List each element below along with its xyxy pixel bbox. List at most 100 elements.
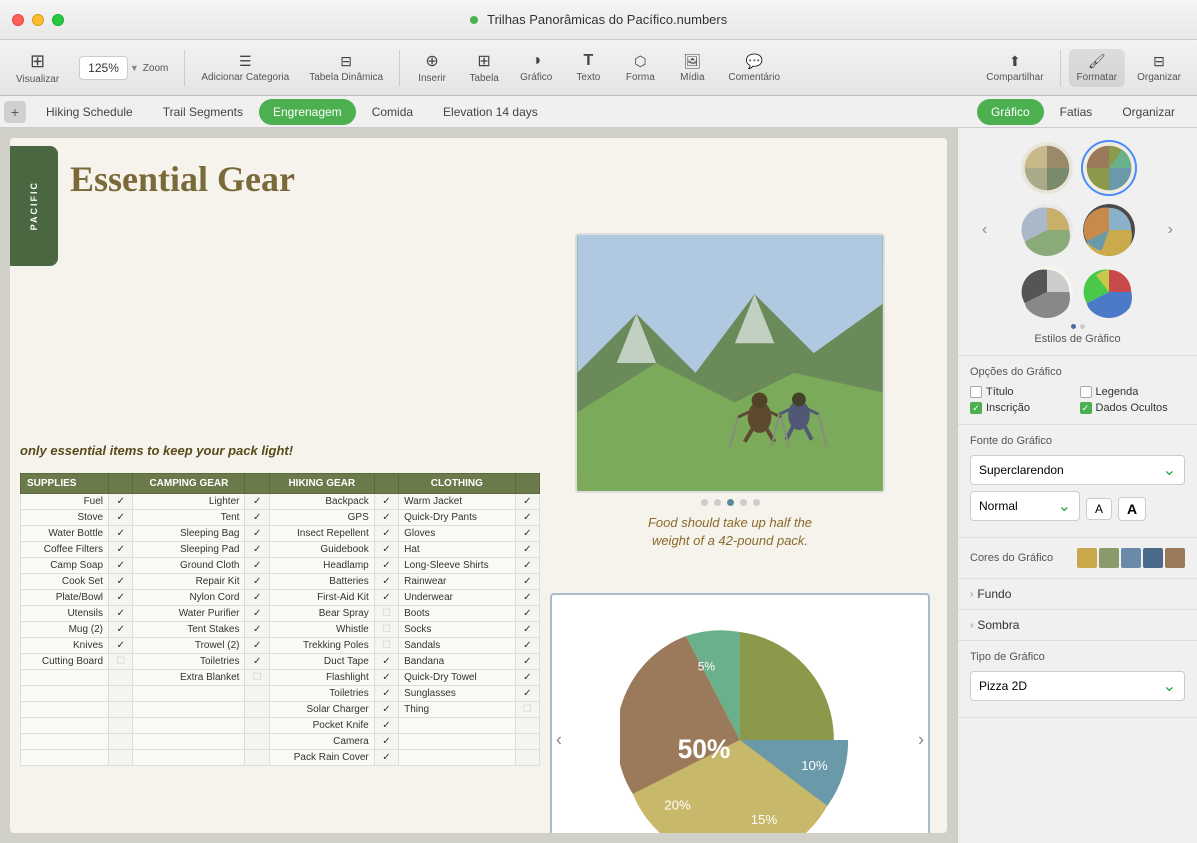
legenda-checkbox[interactable]	[1080, 386, 1092, 398]
table-cell-supply-check-7[interactable]: ✓	[109, 606, 133, 622]
table-cell-camping-check-3[interactable]: ✓	[245, 542, 269, 558]
table-cell-supply-check-5[interactable]: ✓	[109, 574, 133, 590]
table-cell-clothing-check-10[interactable]: ✓	[515, 654, 539, 670]
table-cell-clothing-check-12[interactable]: ✓	[515, 686, 539, 702]
table-cell-supply-check-3[interactable]: ✓	[109, 542, 133, 558]
sombra-collapsible[interactable]: › Sombra	[958, 610, 1197, 641]
table-cell-camping-check-14[interactable]	[245, 718, 269, 734]
table-cell-camping-check-10[interactable]: ✓	[245, 654, 269, 670]
color-swatch-3[interactable]	[1121, 548, 1141, 568]
toolbar-visualizar[interactable]: ⊞ Visualizar	[8, 47, 67, 89]
table-cell-clothing-check-0[interactable]: ✓	[515, 494, 539, 510]
table-cell-camping-check-11[interactable]: ☐	[245, 670, 269, 686]
table-cell-camping-check-6[interactable]: ✓	[245, 590, 269, 606]
toolbar-inserir[interactable]: ⊕ Inserir	[408, 47, 456, 88]
table-cell-supply-check-13[interactable]	[109, 702, 133, 718]
pie-chart-area[interactable]: ‹ 50% 20%	[550, 593, 930, 833]
chart-type-select[interactable]: Pizza 2D ⌄	[970, 671, 1185, 701]
table-cell-hiking-check-6[interactable]: ✓	[374, 590, 398, 606]
table-cell-camping-check-12[interactable]	[245, 686, 269, 702]
add-tab-button[interactable]: +	[4, 101, 26, 123]
color-swatch-2[interactable]	[1099, 548, 1119, 568]
table-cell-supply-check-14[interactable]	[109, 718, 133, 734]
toolbar-midia[interactable]: 🖼 Mídia	[668, 49, 716, 87]
panel-tab-grafico[interactable]: Gráfico	[977, 99, 1044, 125]
table-cell-hiking-check-9[interactable]: ☐	[374, 638, 398, 654]
toolbar-grafico[interactable]: ◑ Gráfico	[512, 48, 560, 87]
inscricao-checkbox[interactable]: ✓	[970, 402, 982, 414]
table-cell-hiking-check-4[interactable]: ✓	[374, 558, 398, 574]
table-cell-hiking-check-14[interactable]: ✓	[374, 718, 398, 734]
table-cell-hiking-check-1[interactable]: ✓	[374, 510, 398, 526]
table-cell-supply-check-12[interactable]	[109, 686, 133, 702]
table-cell-clothing-check-3[interactable]: ✓	[515, 542, 539, 558]
table-cell-clothing-check-13[interactable]: ☐	[515, 702, 539, 718]
table-cell-hiking-check-2[interactable]: ✓	[374, 526, 398, 542]
chart-nav-right[interactable]: ›	[918, 730, 924, 751]
table-cell-clothing-check-5[interactable]: ✓	[515, 574, 539, 590]
table-cell-camping-check-1[interactable]: ✓	[245, 510, 269, 526]
table-cell-hiking-check-5[interactable]: ✓	[374, 574, 398, 590]
table-cell-clothing-check-15[interactable]	[515, 734, 539, 750]
toolbar-comentario[interactable]: 💬 Comentário	[720, 49, 788, 87]
minimize-button[interactable]	[32, 14, 44, 26]
fundo-collapsible[interactable]: › Fundo	[958, 579, 1197, 610]
table-cell-supply-check-16[interactable]	[109, 750, 133, 766]
titulo-checkbox[interactable]	[970, 386, 982, 398]
table-cell-hiking-check-12[interactable]: ✓	[374, 686, 398, 702]
font-style-select[interactable]: Normal ⌄	[970, 491, 1080, 521]
table-cell-clothing-check-6[interactable]: ✓	[515, 590, 539, 606]
table-cell-clothing-check-4[interactable]: ✓	[515, 558, 539, 574]
chart-style-nav-left[interactable]: ‹	[978, 217, 991, 243]
table-cell-supply-check-8[interactable]: ✓	[109, 622, 133, 638]
table-cell-supply-check-6[interactable]: ✓	[109, 590, 133, 606]
table-cell-supply-check-9[interactable]: ✓	[109, 638, 133, 654]
zoom-display[interactable]: 125%	[79, 56, 128, 80]
table-cell-clothing-check-1[interactable]: ✓	[515, 510, 539, 526]
table-cell-supply-check-2[interactable]: ✓	[109, 526, 133, 542]
table-cell-clothing-check-14[interactable]	[515, 718, 539, 734]
table-cell-hiking-check-7[interactable]: ☐	[374, 606, 398, 622]
color-swatch-5[interactable]	[1165, 548, 1185, 568]
table-cell-hiking-check-15[interactable]: ✓	[374, 734, 398, 750]
table-cell-hiking-check-10[interactable]: ✓	[374, 654, 398, 670]
toolbar-texto[interactable]: T Texto	[564, 48, 612, 87]
color-swatch-4[interactable]	[1143, 548, 1163, 568]
chart-style-1[interactable]	[1019, 140, 1075, 196]
table-cell-camping-check-15[interactable]	[245, 734, 269, 750]
tab-comida[interactable]: Comida	[358, 99, 427, 125]
toolbar-tabela-dinamica[interactable]: ⊟ Tabela Dinâmica	[301, 49, 391, 87]
table-cell-clothing-check-2[interactable]: ✓	[515, 526, 539, 542]
table-cell-supply-check-0[interactable]: ✓	[109, 494, 133, 510]
color-swatch-1[interactable]	[1077, 548, 1097, 568]
toolbar-tabela[interactable]: ⊞ Tabela	[460, 47, 508, 88]
table-cell-camping-check-5[interactable]: ✓	[245, 574, 269, 590]
chart-style-6[interactable]	[1081, 264, 1137, 320]
table-cell-supply-check-15[interactable]	[109, 734, 133, 750]
tab-hiking-schedule[interactable]: Hiking Schedule	[32, 99, 147, 125]
table-cell-supply-check-11[interactable]	[109, 670, 133, 686]
table-cell-camping-check-2[interactable]: ✓	[245, 526, 269, 542]
table-cell-clothing-check-11[interactable]: ✓	[515, 670, 539, 686]
toolbar-compartilhar[interactable]: ⬆ Compartilhar	[978, 49, 1051, 87]
chart-nav-left[interactable]: ‹	[556, 730, 562, 751]
toolbar-formatar[interactable]: 🖌 Formatar	[1069, 49, 1126, 87]
table-cell-clothing-check-16[interactable]	[515, 750, 539, 766]
table-cell-clothing-check-9[interactable]: ✓	[515, 638, 539, 654]
tab-trail-segments[interactable]: Trail Segments	[149, 99, 257, 125]
table-cell-camping-check-16[interactable]	[245, 750, 269, 766]
table-cell-hiking-check-8[interactable]: ☐	[374, 622, 398, 638]
table-cell-clothing-check-8[interactable]: ✓	[515, 622, 539, 638]
close-button[interactable]	[12, 14, 24, 26]
table-cell-supply-check-10[interactable]: ☐	[109, 654, 133, 670]
table-cell-camping-check-9[interactable]: ✓	[245, 638, 269, 654]
toolbar-add-category[interactable]: ☰ Adicionar Categoria	[193, 49, 297, 87]
toolbar-organizar[interactable]: ⊟ Organizar	[1129, 49, 1189, 87]
tab-engrenagem[interactable]: Engrenagem	[259, 99, 356, 125]
chart-style-5[interactable]	[1019, 264, 1075, 320]
font-name-select[interactable]: Superclarendon ⌄	[970, 455, 1185, 485]
table-cell-supply-check-4[interactable]: ✓	[109, 558, 133, 574]
table-cell-camping-check-4[interactable]: ✓	[245, 558, 269, 574]
fullscreen-button[interactable]	[52, 14, 64, 26]
font-size-bold[interactable]: A	[1118, 497, 1146, 521]
